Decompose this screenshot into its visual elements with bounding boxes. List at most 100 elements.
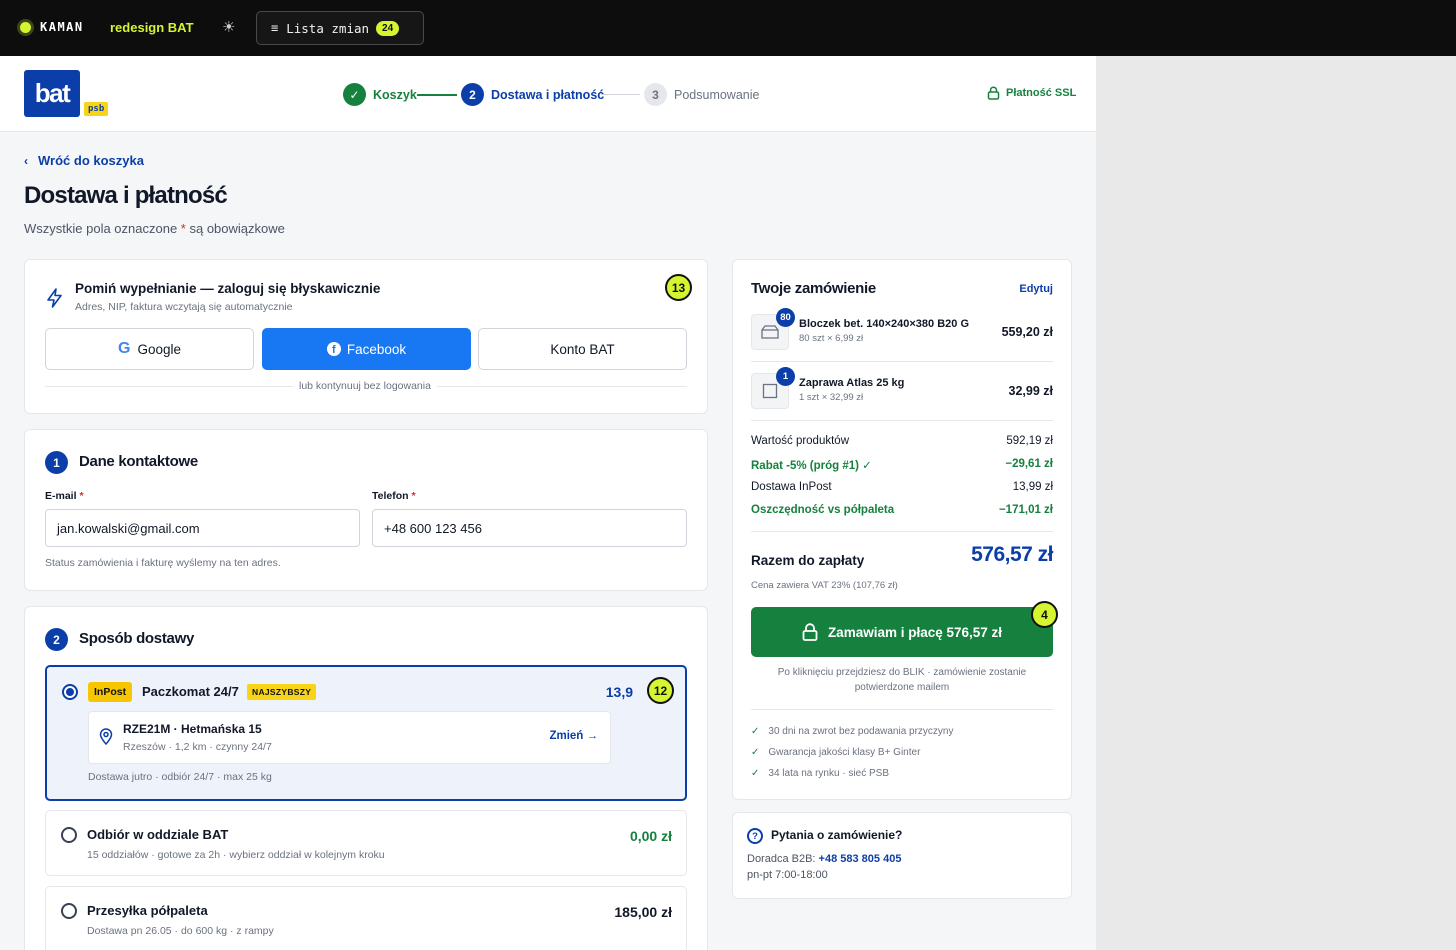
- fastest-badge: NAJSZYBSZY: [247, 684, 317, 700]
- bat-account-label: Konto BAT: [550, 341, 615, 357]
- question-icon: ?: [747, 828, 763, 844]
- option-details: 15 oddziałów · gotowe za 2h · wybierz od…: [87, 849, 385, 861]
- quantity-badge: 80: [776, 308, 795, 327]
- order-summary-card: Twoje zamówienie Edytuj 80 Bloczek bet. …: [732, 259, 1072, 800]
- summary-label: Dostawa InPost: [751, 481, 832, 493]
- total-label: Razem do zapłaty: [751, 553, 865, 568]
- section-title: Dane kontaktowe: [79, 453, 198, 470]
- annotation-marker[interactable]: 13: [665, 274, 692, 301]
- step-label: Koszyk: [373, 87, 417, 102]
- radio-branch[interactable]: [61, 827, 77, 843]
- block-icon: [761, 325, 779, 339]
- lock-icon: [802, 623, 818, 641]
- option-price: 0,00 zł: [629, 828, 672, 844]
- lightning-icon: [47, 288, 62, 308]
- delivery-section: 2 Sposób dostawy InPost Paczkomat 24/7 N…: [24, 606, 708, 950]
- advisor-phone-link[interactable]: +48 583 805 405: [819, 853, 902, 865]
- advisor-hours: pn-pt 7:00-18:00: [747, 869, 828, 881]
- section-title: Sposób dostawy: [79, 630, 194, 647]
- quick-login-card: Pomiń wypełnianie — zaloguj się błyskawi…: [24, 259, 708, 414]
- trust-item: ✓ 34 lata na rynku · sieć PSB: [751, 768, 890, 779]
- bat-logo[interactable]: bat: [24, 70, 80, 117]
- email-hint: Status zamówienia i fakturę wyślemy na t…: [45, 557, 281, 569]
- checkout-header: bat psb ✓ Koszyk 2 Dostawa i płatność 3 …: [0, 56, 1096, 132]
- divider: [751, 709, 1053, 710]
- radio-inpost[interactable]: [62, 684, 78, 700]
- option-price: 13,9: [605, 684, 633, 700]
- changes-count-badge: 24: [376, 20, 400, 36]
- ssl-label: Płatność SSL: [1006, 87, 1077, 99]
- option-name: Odbiór w oddziale BAT: [87, 827, 229, 842]
- phone-field[interactable]: +48 600 123 456: [372, 509, 687, 547]
- place-order-button[interactable]: Zamawiam i płacę 576,57 zł: [751, 607, 1053, 657]
- divider: [751, 531, 1053, 532]
- selected-locker: RZE21M · Hetmańska 15 Rzeszów · 1,2 km ·…: [88, 711, 611, 764]
- checkout-page: bat psb ✓ Koszyk 2 Dostawa i płatność 3 …: [0, 56, 1096, 950]
- trust-item: ✓ Gwarancja jakości klasy B+ Ginter: [751, 747, 921, 758]
- chevron-left-icon: ‹: [24, 153, 28, 168]
- facebook-label: Facebook: [346, 341, 407, 357]
- summary-label: Oszczędność vs półpaleta: [751, 504, 895, 516]
- product-meta: 1 szt × 32,99 zł: [799, 392, 864, 403]
- facebook-login-button[interactable]: f Facebook: [262, 328, 471, 370]
- changes-label: Lista zmian: [286, 20, 370, 36]
- quantity-badge: 1: [776, 367, 795, 386]
- option-name: Paczkomat 24/7: [142, 684, 239, 699]
- step-number: 2: [461, 83, 484, 106]
- product-name: Zaprawa Atlas 25 kg: [799, 377, 905, 389]
- delivery-option-branch[interactable]: Odbiór w oddziale BAT 0,00 zł 15 oddział…: [45, 810, 687, 876]
- delivery-option-inpost[interactable]: InPost Paczkomat 24/7 NAJSZYBSZY 13,9 12…: [45, 665, 687, 801]
- email-label: E-mail *: [45, 490, 84, 502]
- annotation-marker[interactable]: 4: [1031, 601, 1058, 628]
- order-summary-title: Twoje zamówienie: [751, 280, 876, 297]
- step-label: Dostawa i płatność: [491, 87, 605, 102]
- divider: [751, 361, 1053, 362]
- locker-name: RZE21M · Hetmańska 15: [123, 722, 262, 736]
- google-label: Google: [137, 341, 181, 357]
- bat-account-login-button[interactable]: Konto BAT: [478, 328, 687, 370]
- product-meta: 80 szt × 6,99 zł: [799, 333, 864, 344]
- psb-badge: psb: [84, 102, 109, 116]
- ssl-badge: Płatność SSL: [987, 86, 1076, 100]
- locker-details: Rzeszów · 1,2 km · czynny 24/7: [123, 741, 272, 753]
- project-name: redesign BAT: [110, 20, 194, 35]
- google-login-button[interactable]: G Google: [45, 328, 254, 370]
- kaman-brand: KAMAN: [40, 20, 84, 34]
- sun-icon[interactable]: ☀: [222, 18, 235, 36]
- menu-icon: ≡: [271, 21, 279, 35]
- facebook-icon: f: [326, 342, 341, 356]
- location-pin-icon: [99, 728, 113, 745]
- step-number: 3: [644, 83, 667, 106]
- step-delivery-payment: 2 Dostawa i płatność: [461, 83, 604, 106]
- product-name: Bloczek bet. 140×240×380 B20 G: [799, 318, 969, 330]
- trust-item: ✓ 30 dni na zwrot bez podawania przyczyny: [751, 726, 954, 737]
- email-field[interactable]: jan.kowalski@gmail.com: [45, 509, 360, 547]
- back-to-cart-link[interactable]: ‹ Wróć do koszyka: [24, 153, 144, 168]
- back-label: Wróć do koszyka: [38, 153, 144, 168]
- summary-value: 13,99 zł: [1012, 481, 1053, 493]
- option-name: Przesyłka półpaleta: [87, 903, 208, 918]
- check-icon: ✓: [751, 726, 760, 737]
- inpost-badge: InPost: [88, 682, 133, 702]
- radio-halfpallet[interactable]: [61, 903, 77, 919]
- step-summary: 3 Podsumowanie: [644, 83, 759, 106]
- annotation-marker[interactable]: 12: [647, 677, 674, 704]
- edit-order-link[interactable]: Edytuj: [1019, 283, 1053, 295]
- divider: [751, 420, 1053, 421]
- page-title: Dostawa i płatność: [24, 182, 228, 209]
- section-number: 1: [45, 451, 68, 474]
- payment-hint: Po kliknięciu przejdziesz do BLIK · zamó…: [777, 667, 1027, 693]
- change-locker-link[interactable]: Zmień →: [549, 730, 598, 742]
- google-icon: G: [118, 340, 131, 357]
- help-title: Pytania o zamówienie?: [771, 828, 903, 842]
- option-details: Dostawa pn 26.05 · do 600 kg · z rampy: [87, 925, 274, 937]
- status-dot: [20, 22, 31, 33]
- or-continue-text: lub kontynuuj bez logowania: [293, 380, 437, 392]
- place-order-label: Zamawiam i płacę 576,57 zł: [827, 624, 1003, 640]
- summary-value: −29,61 zł: [1005, 458, 1053, 470]
- delivery-option-halfpallet[interactable]: Przesyłka półpaleta 185,00 zł Dostawa pn…: [45, 886, 687, 950]
- phone-label: Telefon *: [372, 490, 416, 502]
- step-cart[interactable]: ✓ Koszyk: [343, 83, 417, 106]
- vat-note: Cena zawiera VAT 23% (107,76 zł): [751, 580, 898, 591]
- changes-list-button[interactable]: ≡ Lista zmian 24: [256, 11, 424, 45]
